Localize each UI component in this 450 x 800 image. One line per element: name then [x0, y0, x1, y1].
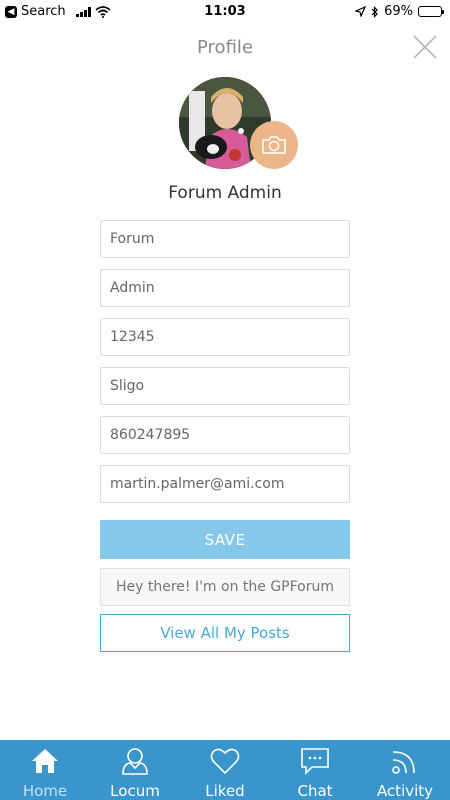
rss-icon	[392, 751, 415, 774]
chat-bubble-icon	[301, 748, 329, 775]
tab-liked[interactable]: Liked	[180, 740, 270, 800]
battery-percent: 69%	[384, 4, 413, 19]
location-field[interactable]	[100, 367, 350, 405]
tab-label: Locum	[110, 782, 160, 800]
person-icon	[122, 748, 148, 775]
tab-label: Home	[22, 782, 68, 800]
change-photo-button[interactable]	[250, 121, 298, 169]
location-arrow-icon	[355, 6, 367, 17]
view-all-posts-button[interactable]: View All My Posts	[100, 614, 350, 652]
last-name-field[interactable]	[100, 269, 350, 307]
tab-bar: Home Locum Liked Chat Activity	[0, 740, 450, 800]
phone-field[interactable]	[100, 416, 350, 454]
home-icon	[32, 749, 58, 773]
bluetooth-icon	[371, 5, 378, 18]
status-bar: ◀ Search 11:03 69%	[0, 0, 450, 24]
tab-label: Chat	[297, 782, 333, 800]
tab-locum[interactable]: Locum	[90, 740, 180, 800]
tab-home[interactable]: Home	[0, 740, 90, 800]
profile-name: Forum Admin	[168, 183, 282, 203]
camera-icon	[262, 136, 286, 154]
email-field[interactable]	[100, 465, 350, 503]
first-name-field[interactable]	[100, 220, 350, 258]
battery-icon	[418, 6, 444, 17]
tab-chat[interactable]: Chat	[270, 740, 360, 800]
tab-label: Activity	[376, 782, 434, 800]
status-bar-right: 69%	[355, 4, 444, 19]
tab-activity[interactable]: Activity	[360, 740, 450, 800]
status-message-field[interactable]	[100, 568, 350, 606]
registration-number-field[interactable]	[100, 318, 350, 356]
tab-label: Liked	[205, 782, 245, 800]
page-title: Profile	[197, 37, 253, 58]
save-button[interactable]: SAVE	[100, 520, 350, 559]
close-icon[interactable]	[412, 34, 438, 60]
heart-icon	[210, 748, 240, 775]
